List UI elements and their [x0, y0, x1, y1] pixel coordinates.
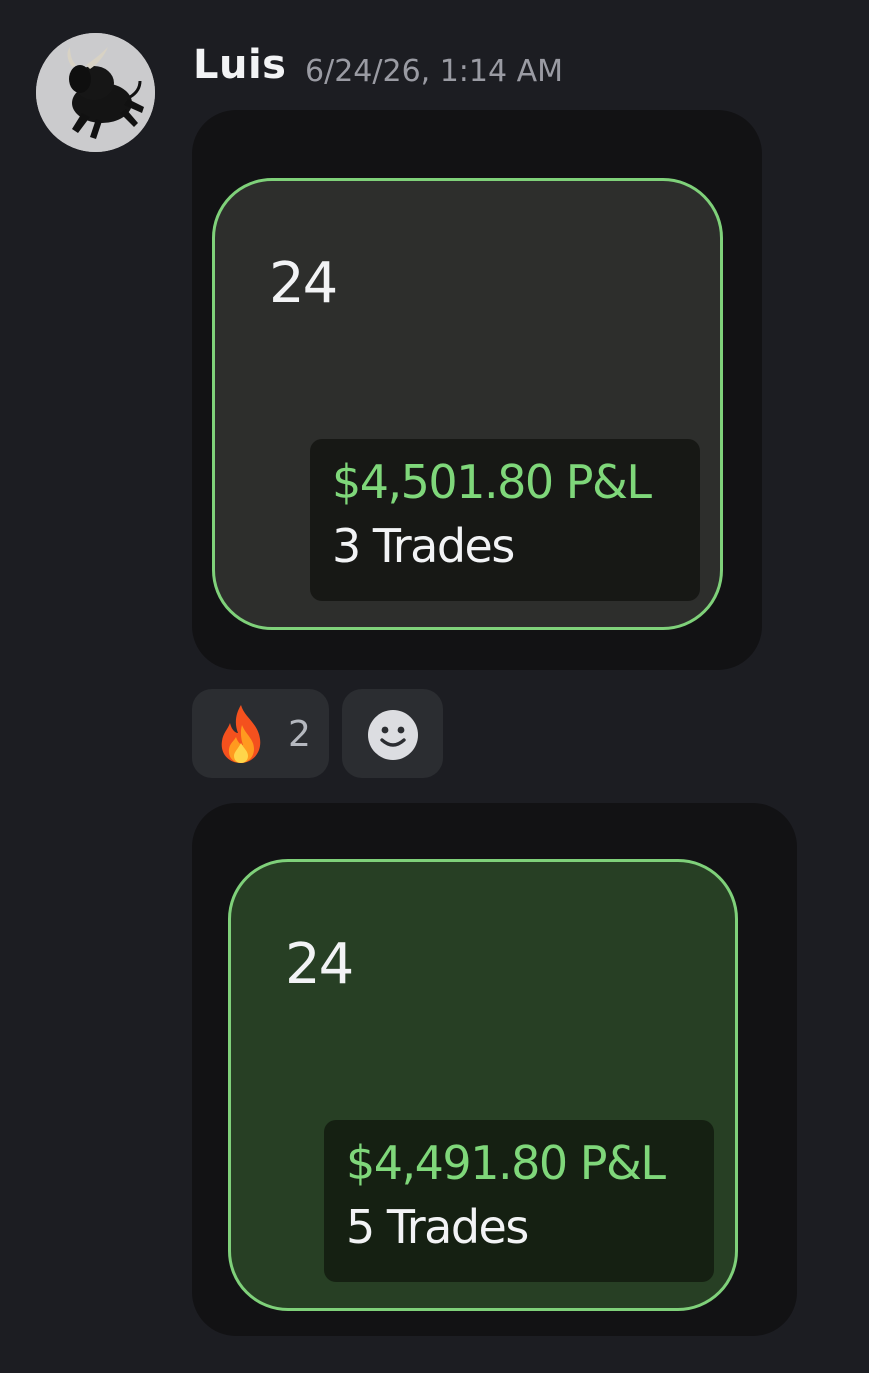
- smile-icon: [368, 710, 418, 760]
- message-timestamp: 6/24/26, 1:14 AM: [305, 54, 564, 89]
- user-avatar[interactable]: [36, 33, 155, 152]
- image-attachment[interactable]: 24 $4,491.80 P&L 5 Trades: [192, 803, 797, 1336]
- image-attachment[interactable]: 24 $4,501.80 P&L 3 Trades: [192, 110, 762, 670]
- chat-message: Luis 6/24/26, 1:14 AM 24 $4,501.80 P&L 3…: [0, 0, 869, 1373]
- calendar-day-card: 24 $4,491.80 P&L 5 Trades: [228, 859, 738, 1311]
- reaction-count: 2: [288, 714, 311, 755]
- add-reaction-button[interactable]: [342, 689, 443, 778]
- bull-icon: [36, 33, 155, 152]
- pnl-summary: $4,501.80 P&L 3 Trades: [310, 439, 700, 601]
- pnl-summary: $4,491.80 P&L 5 Trades: [324, 1120, 714, 1282]
- trades-count: 5 Trades: [346, 1200, 529, 1254]
- pnl-value: $4,491.80 P&L: [346, 1136, 666, 1190]
- author-name[interactable]: Luis: [193, 42, 286, 88]
- trades-count: 3 Trades: [332, 519, 515, 573]
- pnl-value: $4,501.80 P&L: [332, 455, 652, 509]
- day-number: 24: [285, 932, 354, 997]
- fire-icon: [221, 705, 261, 763]
- calendar-day-card: 24 $4,501.80 P&L 3 Trades: [212, 178, 723, 630]
- day-number: 24: [269, 251, 338, 316]
